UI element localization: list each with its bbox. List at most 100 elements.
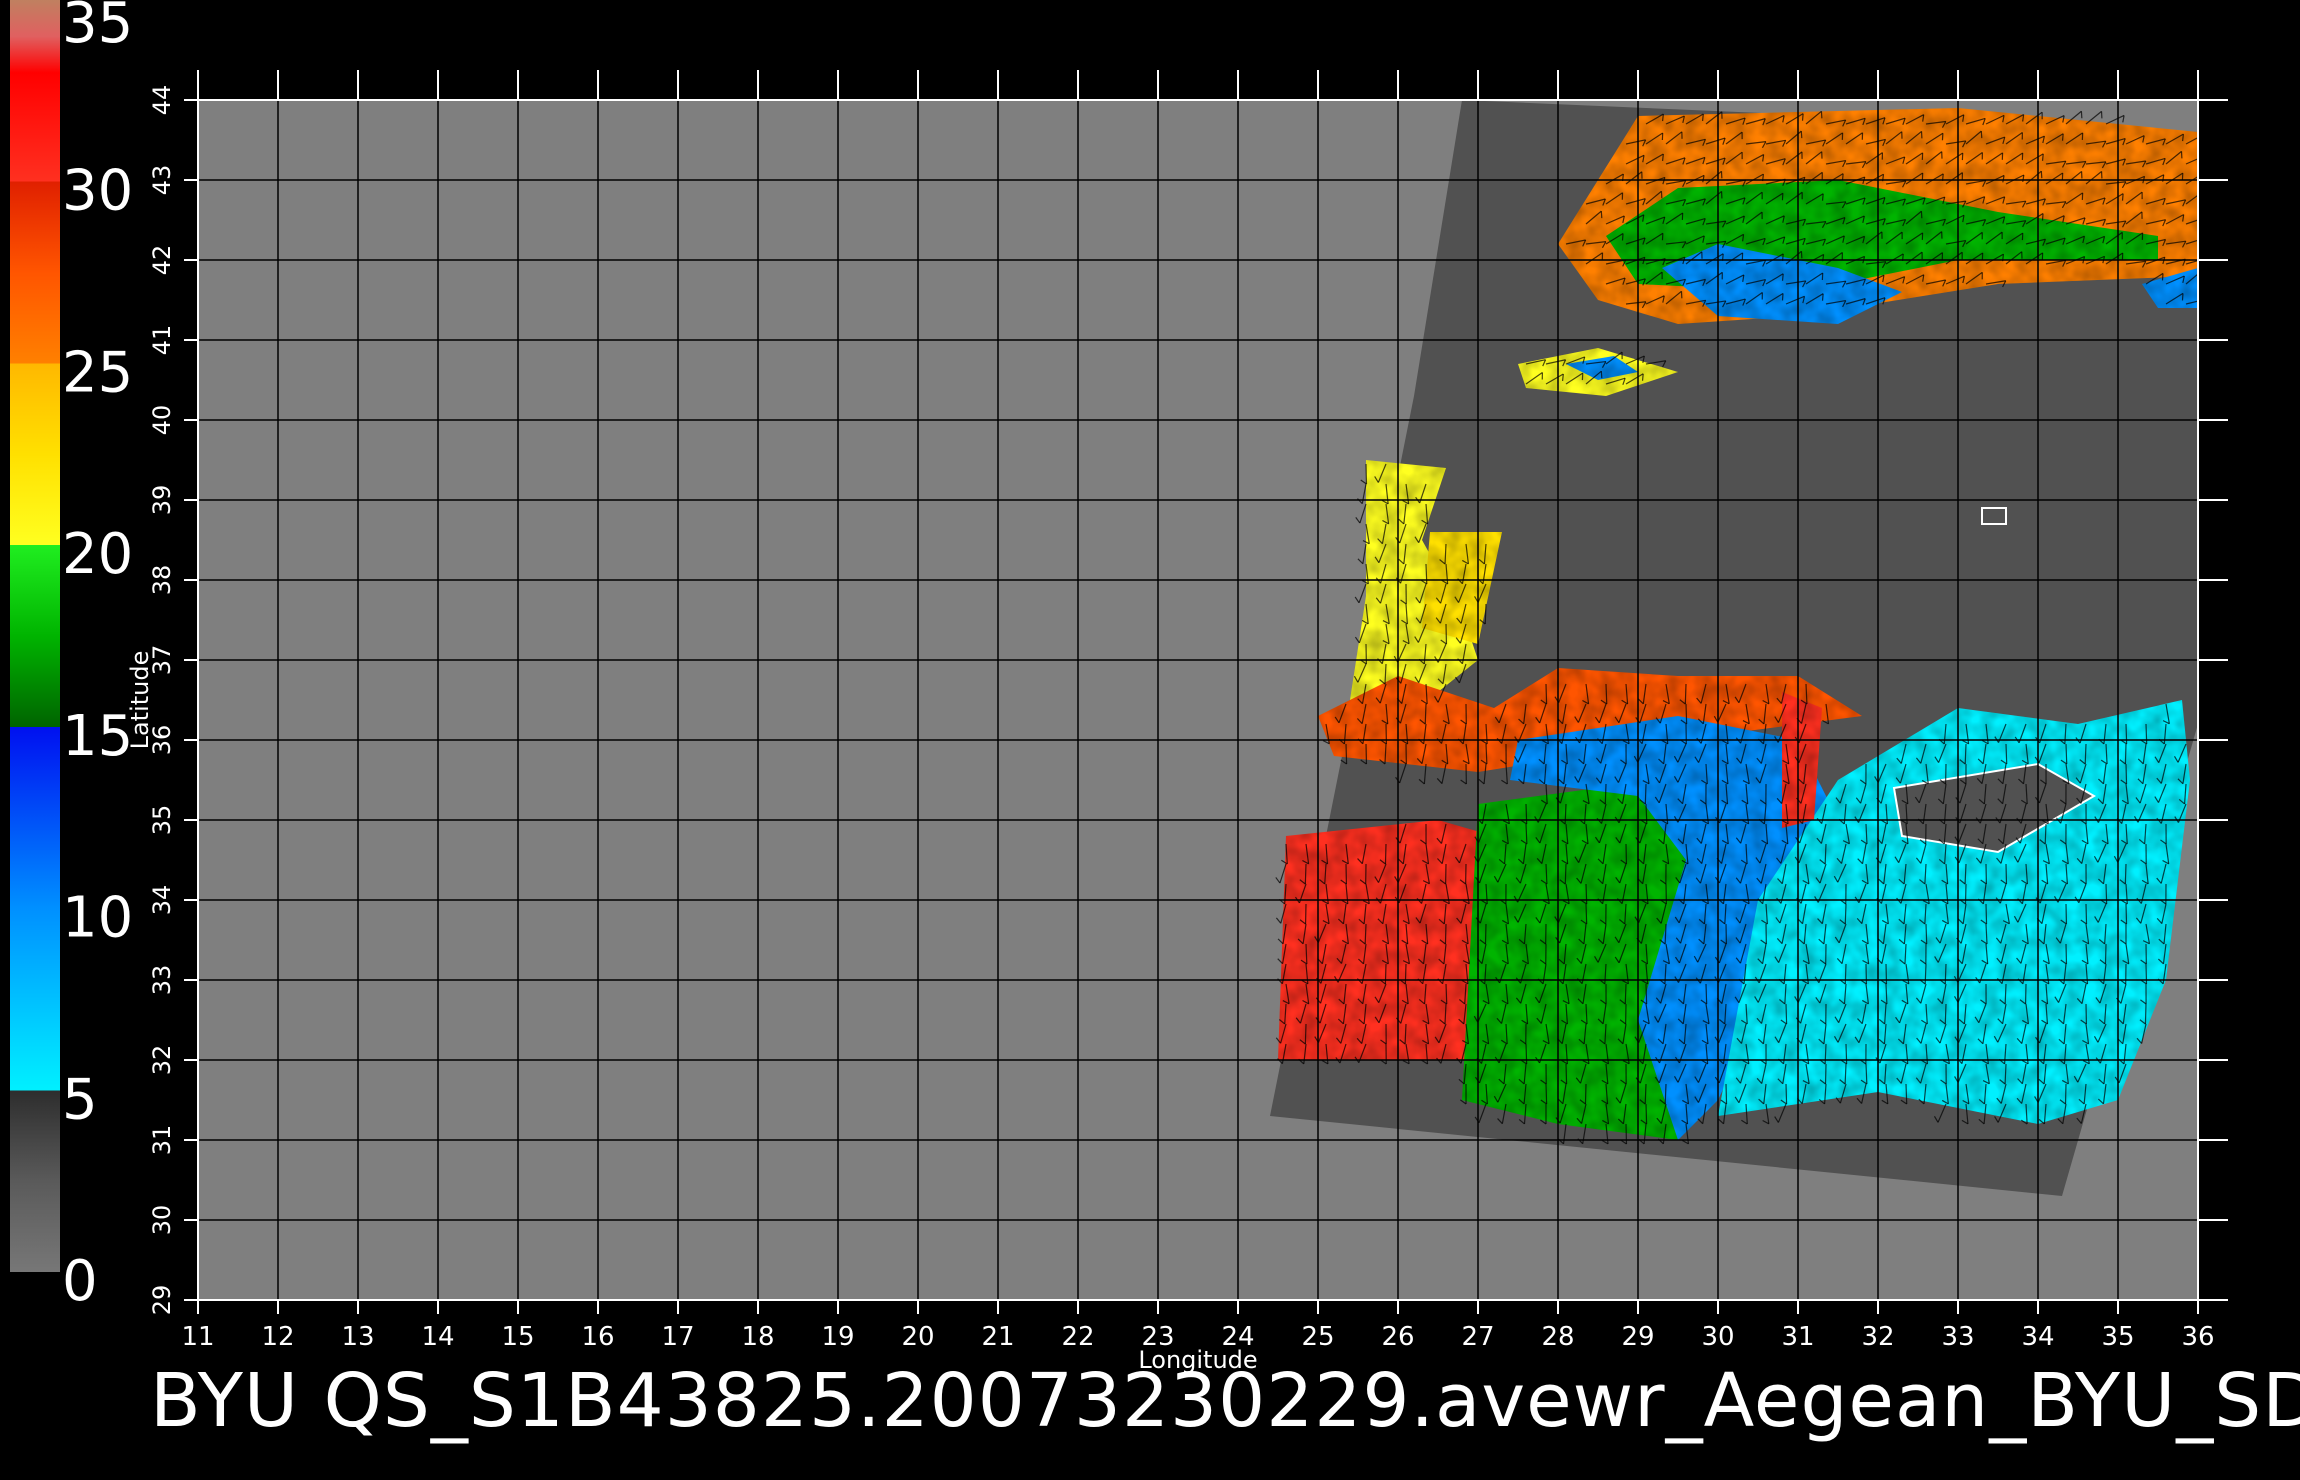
- wind-vector: [2125, 903, 2128, 925]
- longitude-tick-label: 32: [1861, 1322, 1894, 1352]
- wind-vector: [2105, 883, 2108, 905]
- wind-vector: [1824, 1043, 1827, 1065]
- colorbar-tick-label: 25: [62, 340, 133, 405]
- longitude-tick-label: 15: [501, 1322, 534, 1352]
- wind-vector: [1345, 743, 1348, 765]
- wind-vector: [1585, 903, 1588, 925]
- wind-vector-barb: [2161, 273, 2164, 281]
- latitude-tick-label: 40: [148, 405, 176, 436]
- colorbar-tick-label: 5: [62, 1067, 98, 1132]
- longitude-tick-label: 28: [1541, 1322, 1574, 1352]
- wind-vector: [2124, 863, 2127, 885]
- y-axis-label: Latitude: [126, 651, 154, 750]
- longitude-tick-label: 19: [821, 1322, 854, 1352]
- wind-vector: [1664, 1083, 1667, 1105]
- wind-vector: [1584, 1083, 1587, 1105]
- wind-vector: [2065, 743, 2068, 765]
- wind-vector: [1644, 1083, 1647, 1105]
- wind-vector: [1725, 1083, 1728, 1105]
- latitude-tick-label: 38: [148, 565, 176, 596]
- longitude-tick-label: 17: [661, 1322, 694, 1352]
- longitude-tick-label: 14: [421, 1322, 454, 1352]
- wind-vector: [1645, 803, 1648, 825]
- wind-vector: [1604, 783, 1607, 805]
- wind-vector: [1644, 783, 1647, 805]
- wind-vector: [1384, 963, 1387, 985]
- longitude-tick-label: 29: [1621, 1322, 1654, 1352]
- wind-vector-barb: [2203, 299, 2206, 305]
- latitude-tick-label: 42: [148, 245, 176, 276]
- longitude-tick-label: 31: [1781, 1322, 1814, 1352]
- wind-vector-barb: [1801, 113, 1804, 121]
- wind-vector-barb: [2203, 238, 2205, 245]
- longitude-tick-label: 20: [901, 1322, 934, 1352]
- longitude-tick-label: 13: [341, 1322, 374, 1352]
- wind-vector: [2085, 903, 2088, 925]
- longitude-tick-label: 25: [1301, 1322, 1334, 1352]
- wind-vector: [2124, 743, 2127, 765]
- colorbar-tick-label: 10: [62, 886, 133, 951]
- wind-vector: [1565, 1063, 1568, 1085]
- wind-vector-barb: [1821, 193, 1824, 201]
- wind-vector: [1525, 1043, 1528, 1065]
- latitude-tick-label: 35: [148, 805, 176, 836]
- wind-vector-barb: [1781, 273, 1784, 281]
- wind-vector: [1624, 983, 1627, 1005]
- wind-vector: [2084, 743, 2087, 765]
- longitude-tick-label: 16: [581, 1322, 614, 1352]
- wind-vector: [1444, 923, 1447, 945]
- wind-vector: [1364, 923, 1367, 945]
- longitude-tick-label: 34: [2021, 1322, 2054, 1352]
- latitude-tick-label: 31: [148, 1125, 176, 1156]
- latitude-tick-label: 32: [148, 1045, 176, 1076]
- map-panel: 11 12 13 14 15 16 17 18 19 20 21 22 23 24 25 26 27 28 29 30…: [126, 70, 2228, 1374]
- wind-vector-barb: [1661, 114, 1664, 122]
- wind-vector: [1605, 683, 1608, 705]
- wind-vector: [1484, 603, 1487, 625]
- wind-vector-barb: [1641, 373, 1644, 381]
- latitude-tick-label: 29: [148, 1285, 176, 1316]
- latitude-tick-label: 33: [148, 965, 176, 996]
- colorbar-bar: [10, 0, 60, 1272]
- latitude-tick-label: 34: [148, 885, 176, 916]
- wind-vector-barb: [1781, 293, 1784, 301]
- wind-vector: [1384, 843, 1387, 865]
- longitude-tick-label: 35: [2101, 1322, 2134, 1352]
- colorbar-tick-label: 30: [62, 159, 133, 224]
- wind-vector: [1645, 983, 1648, 1005]
- wind-vector: [1484, 923, 1487, 945]
- wind-vector: [1585, 883, 1588, 905]
- wind-vector: [1545, 683, 1548, 705]
- wind-vector: [2125, 723, 2128, 745]
- longitude-tick-label: 11: [181, 1322, 214, 1352]
- wind-vector: [2125, 763, 2128, 785]
- wind-vector: [2044, 823, 2047, 845]
- wind-vector: [1425, 563, 1428, 585]
- colorbar-tick-label: 0: [62, 1249, 98, 1314]
- wind-vector-barb: [1561, 373, 1564, 382]
- longitude-tick-label: 30: [1701, 1322, 1734, 1352]
- wind-vector-barb: [1821, 293, 1824, 301]
- wind-vector: [1684, 683, 1687, 705]
- wind-vector: [1964, 743, 1967, 765]
- wind-vector-barb: [2121, 193, 2124, 201]
- wind-vector-barb: [2041, 213, 2044, 221]
- wind-vector: [1305, 943, 1308, 965]
- longitude-tick-label: 22: [1061, 1322, 1094, 1352]
- longitude-tick-label: 33: [1941, 1322, 1974, 1352]
- no-data-ikaria: [1981, 507, 2007, 525]
- wind-vector: [1705, 983, 1708, 1005]
- latitude-tick-label: 44: [148, 85, 176, 116]
- colorbar-tick-label: 20: [62, 522, 133, 587]
- wind-vector-barb: [1661, 153, 1664, 162]
- latitude-tick-label: 30: [148, 1205, 176, 1236]
- longitude-tick-label: 27: [1461, 1322, 1494, 1352]
- wind-vector: [2144, 1003, 2147, 1025]
- wind-vector-barb: [1701, 113, 1704, 122]
- wind-vector-barb: [2061, 133, 2064, 141]
- longitude-tick-label: 26: [1381, 1322, 1414, 1352]
- wind-vector: [1785, 1003, 1788, 1025]
- wind-vector: [1924, 963, 1927, 985]
- wind-vector: [1304, 1023, 1307, 1045]
- latitude-tick-label: 39: [148, 485, 176, 516]
